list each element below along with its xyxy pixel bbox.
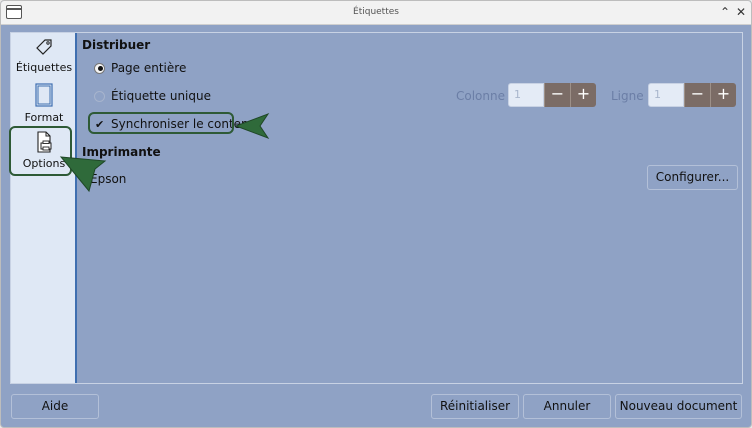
sidebar-item-label: Étiquettes [15, 61, 73, 74]
page-format-icon [35, 83, 53, 107]
column-decrement-button[interactable]: − [544, 83, 570, 107]
full-page-radio[interactable]: Page entière [94, 61, 186, 75]
column-increment-button[interactable]: + [570, 83, 596, 107]
row-input[interactable]: 1 [648, 83, 684, 107]
single-label-radio[interactable]: Étiquette unique [94, 89, 211, 103]
sidebar-item-label: Format [24, 111, 64, 124]
sync-callout-box [88, 112, 234, 134]
row-label: Ligne [611, 89, 644, 103]
row-spinner: 1 − + [648, 83, 736, 107]
window-title: Étiquettes [353, 7, 399, 17]
distribute-heading: Distribuer [82, 38, 151, 52]
labels-dialog: Étiquettes ⌃ ✕ Étiquettes Format Options… [0, 0, 752, 428]
title-bar: Étiquettes ⌃ ✕ [1, 1, 751, 25]
reset-button[interactable]: Réinitialiser [431, 394, 519, 419]
configure-printer-button[interactable]: Configurer... [647, 165, 738, 190]
cancel-button[interactable]: Annuler [523, 394, 611, 419]
column-spinner: 1 − + [508, 83, 596, 107]
column-input[interactable]: 1 [508, 83, 544, 107]
row-increment-button[interactable]: + [710, 83, 736, 107]
close-icon[interactable]: ✕ [733, 4, 749, 20]
content-frame: Étiquettes Format Options [10, 32, 743, 384]
row-decrement-button[interactable]: − [684, 83, 710, 107]
help-button[interactable]: Aide [11, 394, 99, 419]
sidebar: Étiquettes Format Options [11, 33, 77, 383]
callout-arrow-icon [59, 156, 107, 193]
column-label: Colonne [456, 89, 505, 103]
collapse-icon[interactable]: ⌃ [717, 4, 733, 20]
full-page-label: Page entière [111, 61, 187, 75]
radio-indicator [94, 62, 105, 74]
sidebar-item-format[interactable]: Format [11, 83, 77, 129]
sidebar-item-labels[interactable]: Étiquettes [11, 37, 77, 83]
radio-indicator [94, 90, 105, 102]
tag-icon [36, 39, 52, 55]
new-document-button[interactable]: Nouveau document [615, 394, 742, 419]
callout-arrow-icon [234, 112, 270, 140]
single-label-label: Étiquette unique [111, 89, 211, 103]
